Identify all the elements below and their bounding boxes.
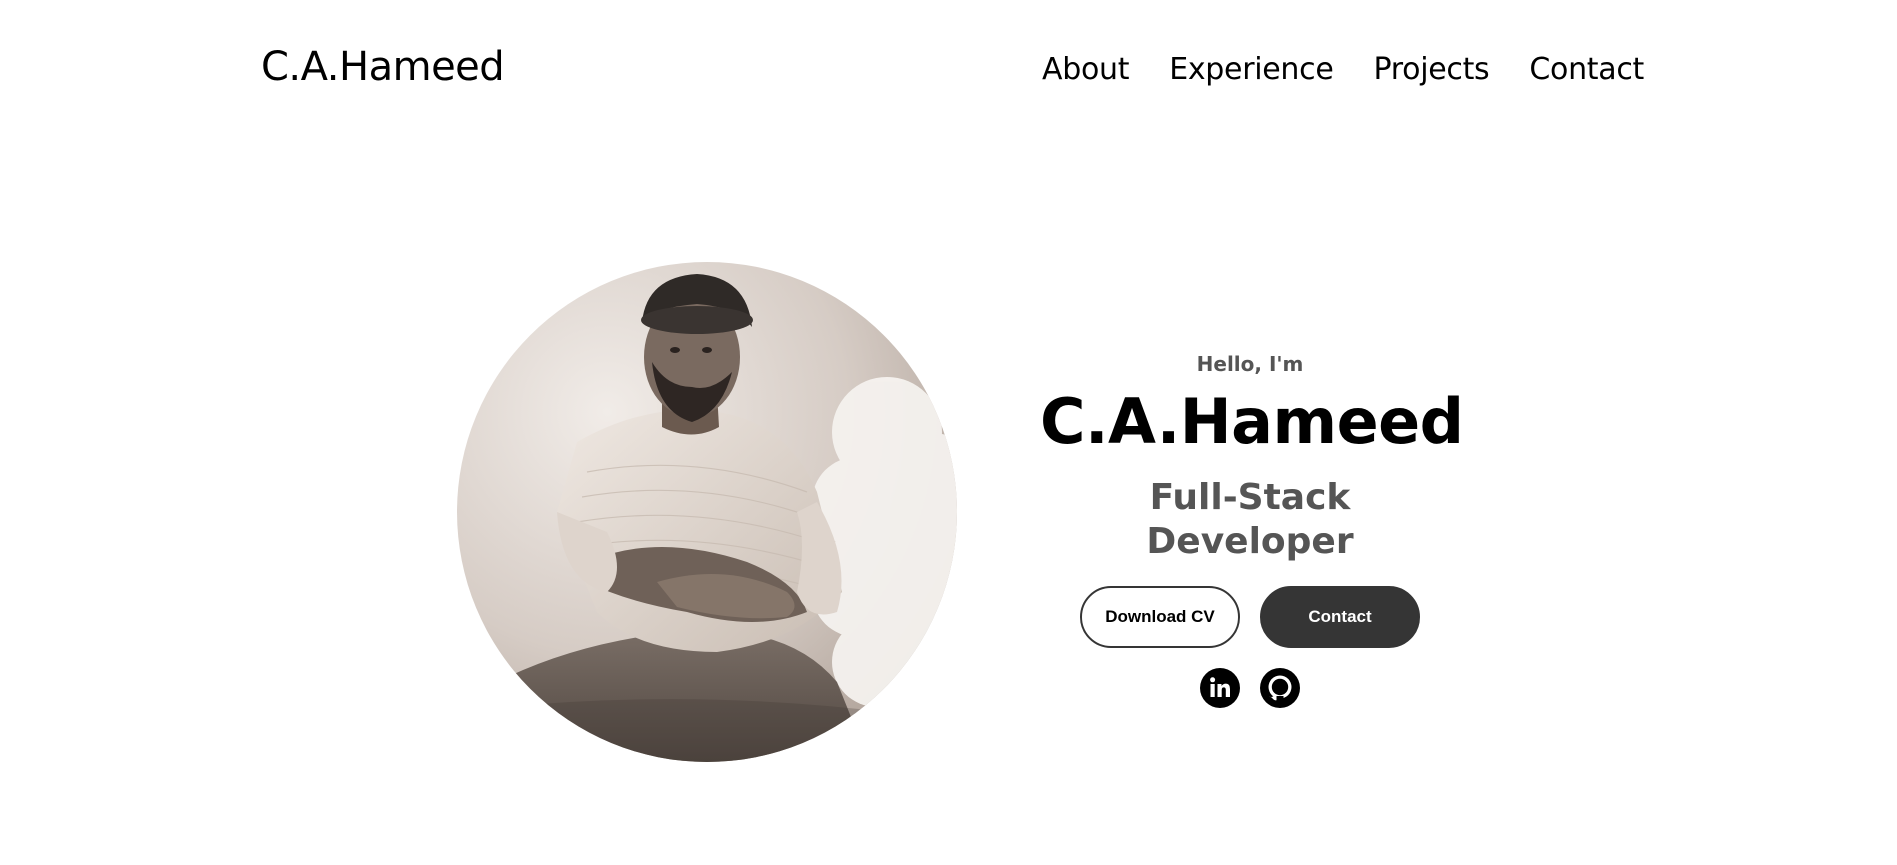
download-cv-button[interactable]: Download CV [1080, 586, 1240, 648]
site-logo[interactable]: C.A.Hameed [261, 44, 505, 90]
page: C.A.Hameed About Experience Projects Con… [0, 0, 1897, 865]
hero-name: C.A.Hameed [1040, 385, 1464, 458]
contact-button[interactable]: Contact [1260, 586, 1420, 648]
hero-buttons: Download CV Contact [1040, 586, 1460, 648]
profile-photo-illustration [457, 262, 957, 762]
nav-link-experience[interactable]: Experience [1169, 52, 1334, 87]
github-icon[interactable] [1260, 668, 1300, 708]
hero-section: Hello, I'm C.A.Hameed Full-Stack Develop… [1040, 352, 1464, 708]
hero-role: Full-Stack Developer [1146, 477, 1354, 562]
main-nav: About Experience Projects Contact [1042, 52, 1644, 87]
nav-link-about[interactable]: About [1042, 52, 1130, 87]
nav-link-contact[interactable]: Contact [1529, 52, 1644, 87]
linkedin-icon[interactable] [1200, 668, 1240, 708]
profile-picture [457, 262, 957, 762]
greeting-text: Hello, I'm [1196, 352, 1304, 376]
social-links [1040, 668, 1460, 708]
nav-link-projects[interactable]: Projects [1374, 52, 1490, 87]
